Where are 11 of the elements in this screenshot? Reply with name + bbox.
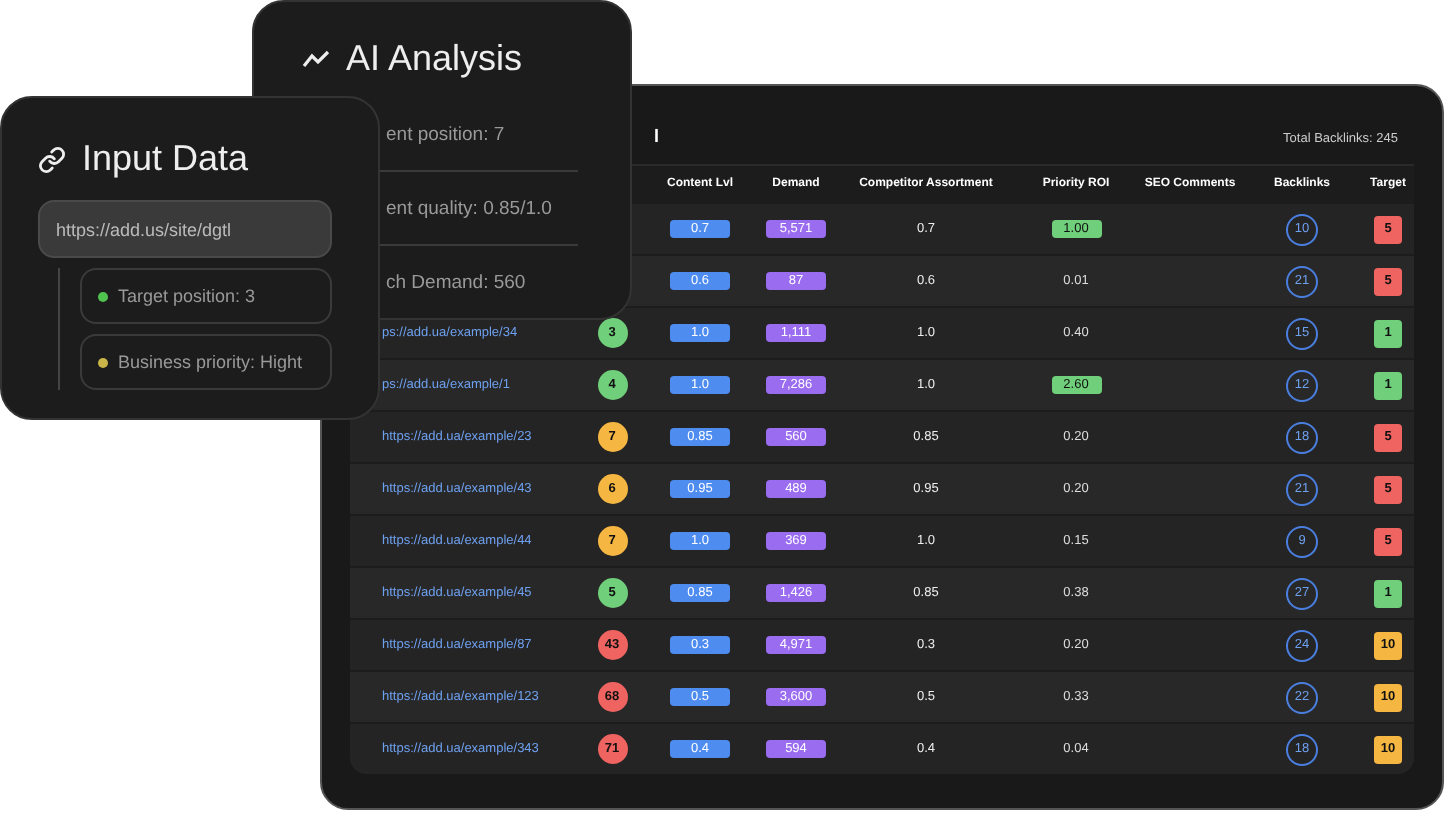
trend-line-icon (302, 50, 330, 68)
analysis-item: ent quality: 0.85/1.0 (386, 197, 552, 219)
card-title: Input Data (82, 138, 249, 180)
analysis-item: ch Demand: 560 (386, 271, 526, 293)
analysis-item: ent position: 7 (386, 123, 505, 145)
link-icon (38, 145, 66, 173)
parameter-label: Business priority: Hight (118, 352, 303, 372)
url-field[interactable]: https://add.us/site/dgtl (38, 200, 332, 258)
table-title: l (654, 126, 660, 146)
parameter-label: Target position: 3 (118, 286, 256, 306)
card-title: AI Analysis (346, 38, 523, 80)
